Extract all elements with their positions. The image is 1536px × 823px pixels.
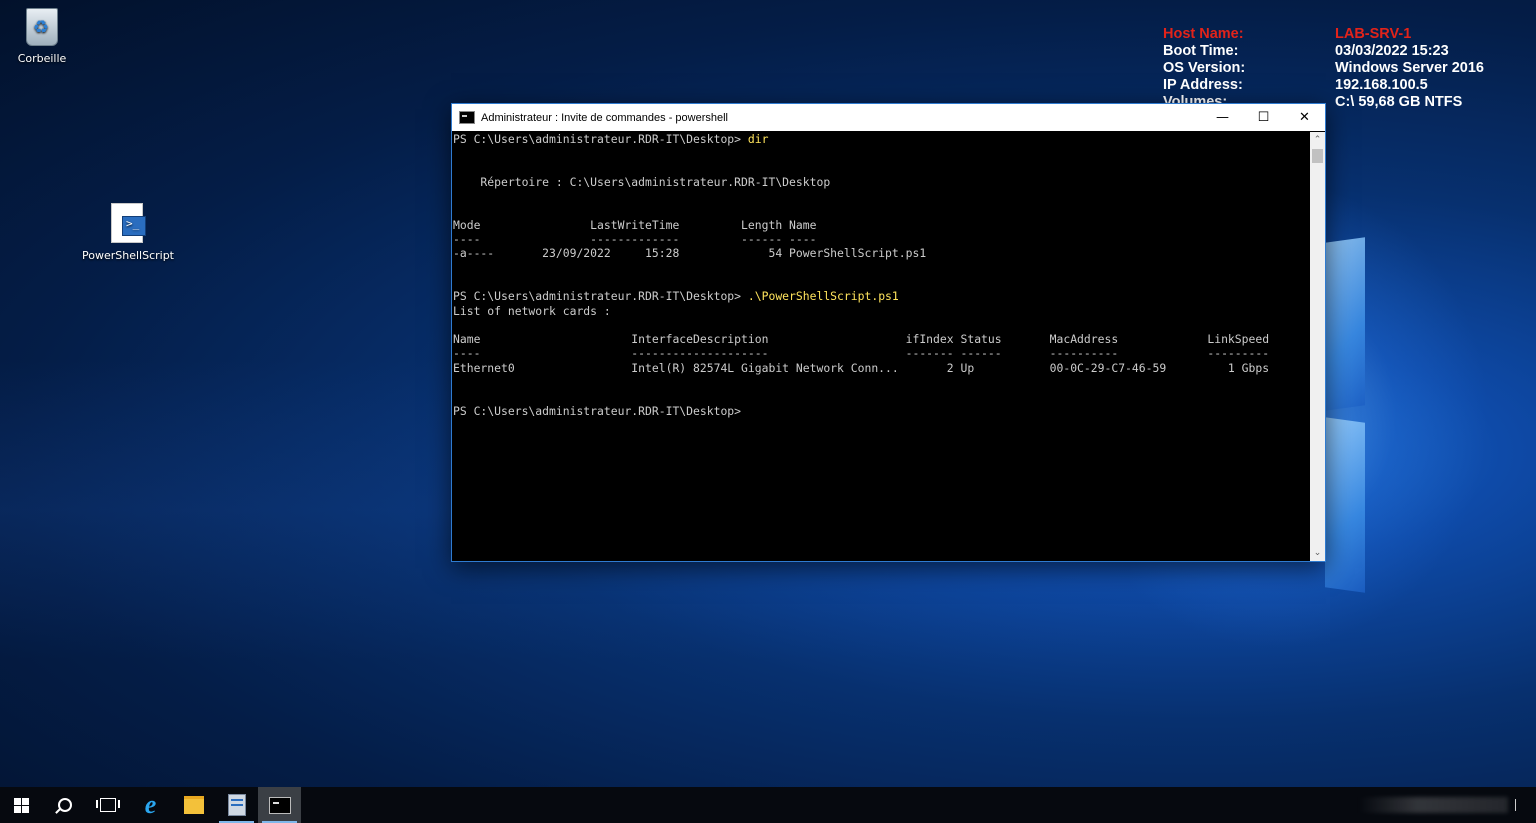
wallpaper-logo-pane bbox=[1325, 417, 1365, 593]
command-prompt-icon[interactable] bbox=[459, 111, 475, 124]
bginfo-row-host: Host Name: LAB-SRV-1 bbox=[1163, 26, 1523, 43]
desktop-icon-powershell-script[interactable]: >_ PowerShellScript bbox=[82, 203, 174, 262]
start-icon bbox=[14, 797, 29, 813]
minimize-button[interactable]: — bbox=[1202, 104, 1243, 131]
powershell-script-icon: >_ bbox=[111, 203, 146, 243]
powershell-window[interactable]: Administrateur : Invite de commandes - p… bbox=[451, 103, 1326, 562]
bginfo-value: Windows Server 2016 bbox=[1335, 60, 1484, 76]
console-line: Ethernet0 Intel(R) 82574L Gigabit Networ… bbox=[453, 360, 1270, 375]
bginfo-label: OS Version: bbox=[1163, 60, 1246, 76]
bginfo-row-boot: Boot Time: 03/03/2022 15:23 bbox=[1163, 43, 1523, 60]
console-prompt: PS C:\Users\administrateur.RDR-IT\Deskto… bbox=[453, 289, 748, 304]
window-controls: — ☐ ✕ bbox=[1202, 104, 1325, 131]
search-icon bbox=[57, 798, 72, 812]
bginfo-value: 192.168.100.5 bbox=[1335, 77, 1428, 93]
window-title: Administrateur : Invite de commandes - p… bbox=[481, 111, 728, 124]
search-button[interactable] bbox=[43, 787, 86, 823]
internet-explorer-icon: e bbox=[144, 790, 157, 819]
console-command: dir bbox=[747, 132, 769, 146]
console-line: List of network cards : bbox=[453, 303, 611, 318]
task-view-icon bbox=[95, 798, 120, 812]
bginfo-value: LAB-SRV-1 bbox=[1335, 26, 1412, 42]
console-line: Mode LastWriteTime Length Name bbox=[453, 217, 817, 232]
bginfo-row-os: OS Version: Windows Server 2016 bbox=[1163, 60, 1523, 77]
file-explorer-icon bbox=[183, 796, 204, 814]
system-tray[interactable] bbox=[1358, 797, 1508, 813]
console-output[interactable]: PS C:\Users\administrateur.RDR-IT\Deskto… bbox=[452, 132, 1310, 561]
bginfo-label: IP Address: bbox=[1163, 77, 1243, 93]
console-line: ---- ------------- ------ ---- bbox=[453, 232, 817, 247]
server-manager-icon bbox=[227, 794, 246, 816]
console-line: ---- -------------------- ------- ------… bbox=[453, 346, 1270, 361]
scroll-down-icon[interactable]: ⌄ bbox=[1310, 545, 1325, 561]
start-button[interactable] bbox=[0, 787, 43, 823]
task-view-button[interactable] bbox=[86, 787, 129, 823]
scroll-up-icon[interactable]: ⌃ bbox=[1310, 132, 1325, 148]
bginfo-label: Boot Time: bbox=[1163, 43, 1239, 59]
bginfo-panel: Host Name: LAB-SRV-1 Boot Time: 03/03/20… bbox=[1163, 26, 1523, 111]
close-button[interactable]: ✕ bbox=[1284, 104, 1325, 131]
bginfo-label: Host Name: bbox=[1163, 26, 1244, 42]
console-prompt: PS C:\Users\administrateur.RDR-IT\Deskto… bbox=[453, 132, 748, 146]
wallpaper-logo-pane bbox=[1325, 237, 1365, 411]
internet-explorer-button[interactable]: e bbox=[129, 787, 172, 823]
desktop-icon-label: PowerShellScript bbox=[82, 249, 174, 262]
file-explorer-button[interactable] bbox=[172, 787, 215, 823]
console-prompt: PS C:\Users\administrateur.RDR-IT\Deskto… bbox=[453, 403, 742, 418]
desktop-icon-recycle-bin[interactable]: Corbeille bbox=[0, 8, 87, 65]
bginfo-row-ip: IP Address: 192.168.100.5 bbox=[1163, 77, 1523, 94]
vertical-scrollbar[interactable]: ⌃ ⌄ bbox=[1310, 132, 1325, 561]
scrollbar-thumb[interactable] bbox=[1312, 149, 1323, 163]
maximize-button[interactable]: ☐ bbox=[1243, 104, 1284, 131]
server-manager-button[interactable] bbox=[215, 787, 258, 823]
command-prompt-button[interactable] bbox=[258, 787, 301, 823]
command-prompt-icon bbox=[268, 796, 291, 814]
desktop-icon-label: Corbeille bbox=[17, 52, 67, 65]
recycle-bin-icon bbox=[26, 8, 58, 46]
window-titlebar[interactable]: Administrateur : Invite de commandes - p… bbox=[452, 104, 1325, 131]
console-line: -a---- 23/09/2022 15:28 54 PowerShellScr… bbox=[453, 246, 927, 261]
show-desktop-button[interactable] bbox=[1515, 799, 1516, 811]
console-line: Répertoire : C:\Users\administrateur.RDR… bbox=[453, 174, 831, 189]
bginfo-value: C:\ 59,68 GB NTFS bbox=[1335, 94, 1463, 110]
bginfo-value: 03/03/2022 15:23 bbox=[1335, 43, 1449, 59]
console-command: .\PowerShellScript.ps1 bbox=[747, 289, 899, 304]
console-line: Name InterfaceDescription ifIndex Status… bbox=[453, 332, 1270, 347]
taskbar: e bbox=[0, 787, 1536, 823]
